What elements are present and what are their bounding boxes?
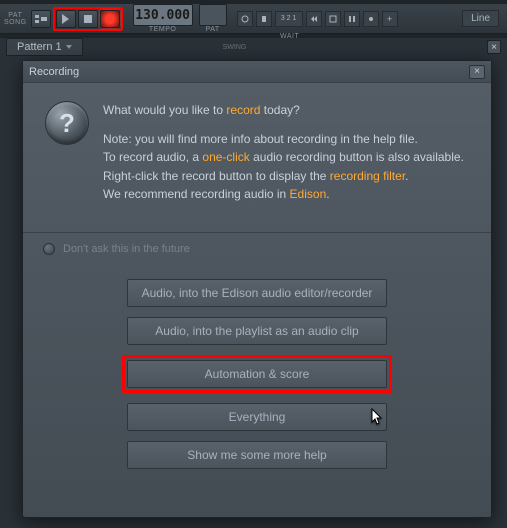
chevron-down-icon <box>66 45 72 49</box>
pattern-selector[interactable]: Pattern 1 <box>6 38 83 56</box>
dont-ask-checkbox[interactable] <box>43 243 55 255</box>
tempo-label: TEMPO <box>149 26 176 33</box>
pattern-length-box[interactable] <box>199 4 227 26</box>
record-audio-edison-button[interactable]: Audio, into the Edison audio editor/reco… <box>127 279 387 307</box>
wait-icon[interactable] <box>256 11 272 27</box>
wait-small-label: WAIT <box>280 33 299 40</box>
recording-dialog: Recording × ? What would you like to rec… <box>22 60 492 518</box>
step-icon[interactable] <box>344 11 360 27</box>
tool-icon[interactable] <box>363 11 379 27</box>
stop-icon <box>84 15 92 23</box>
loop-icon[interactable] <box>325 11 341 27</box>
dont-ask-label: Don't ask this in the future <box>63 243 190 255</box>
record-audio-playlist-button[interactable]: Audio, into the playlist as an audio cli… <box>127 317 387 345</box>
dialog-body-text: What would you like to record today? Not… <box>103 101 464 214</box>
add-icon[interactable]: + <box>382 11 398 27</box>
tempo-display[interactable]: 130.000 <box>133 4 193 26</box>
stop-button[interactable] <box>78 10 98 28</box>
dialog-titlebar[interactable]: Recording × <box>23 61 491 83</box>
pattern-bar: Pattern 1 SWING × <box>0 38 507 56</box>
highlighted-option: Automation & score <box>122 355 392 393</box>
pat-song-switch[interactable] <box>31 10 51 28</box>
overdub-icon[interactable] <box>306 11 322 27</box>
record-button[interactable] <box>100 10 120 28</box>
play-button[interactable] <box>56 10 76 28</box>
record-area-highlight <box>53 7 123 31</box>
automation-score-button[interactable]: Automation & score <box>127 360 387 388</box>
transport-toolbar: PAT SONG 130.000 TEMPO PAT 3 2 1 + Line <box>0 4 507 34</box>
pat-small-label: PAT <box>206 26 220 33</box>
metronome-icon[interactable] <box>237 11 253 27</box>
question-icon: ? <box>45 101 89 145</box>
song-label: SONG <box>4 19 27 26</box>
dialog-title: Recording <box>29 66 79 78</box>
pattern-close-button[interactable]: × <box>487 40 501 54</box>
snap-mode-dropdown[interactable]: Line <box>462 10 499 27</box>
countdown-icon[interactable]: 3 2 1 <box>275 11 303 27</box>
swing-label: SWING <box>223 44 247 51</box>
play-icon <box>62 14 69 24</box>
dialog-close-button[interactable]: × <box>469 65 485 79</box>
everything-button[interactable]: Everything <box>127 403 387 431</box>
pat-label: PAT <box>8 12 22 19</box>
more-help-button[interactable]: Show me some more help <box>127 441 387 469</box>
